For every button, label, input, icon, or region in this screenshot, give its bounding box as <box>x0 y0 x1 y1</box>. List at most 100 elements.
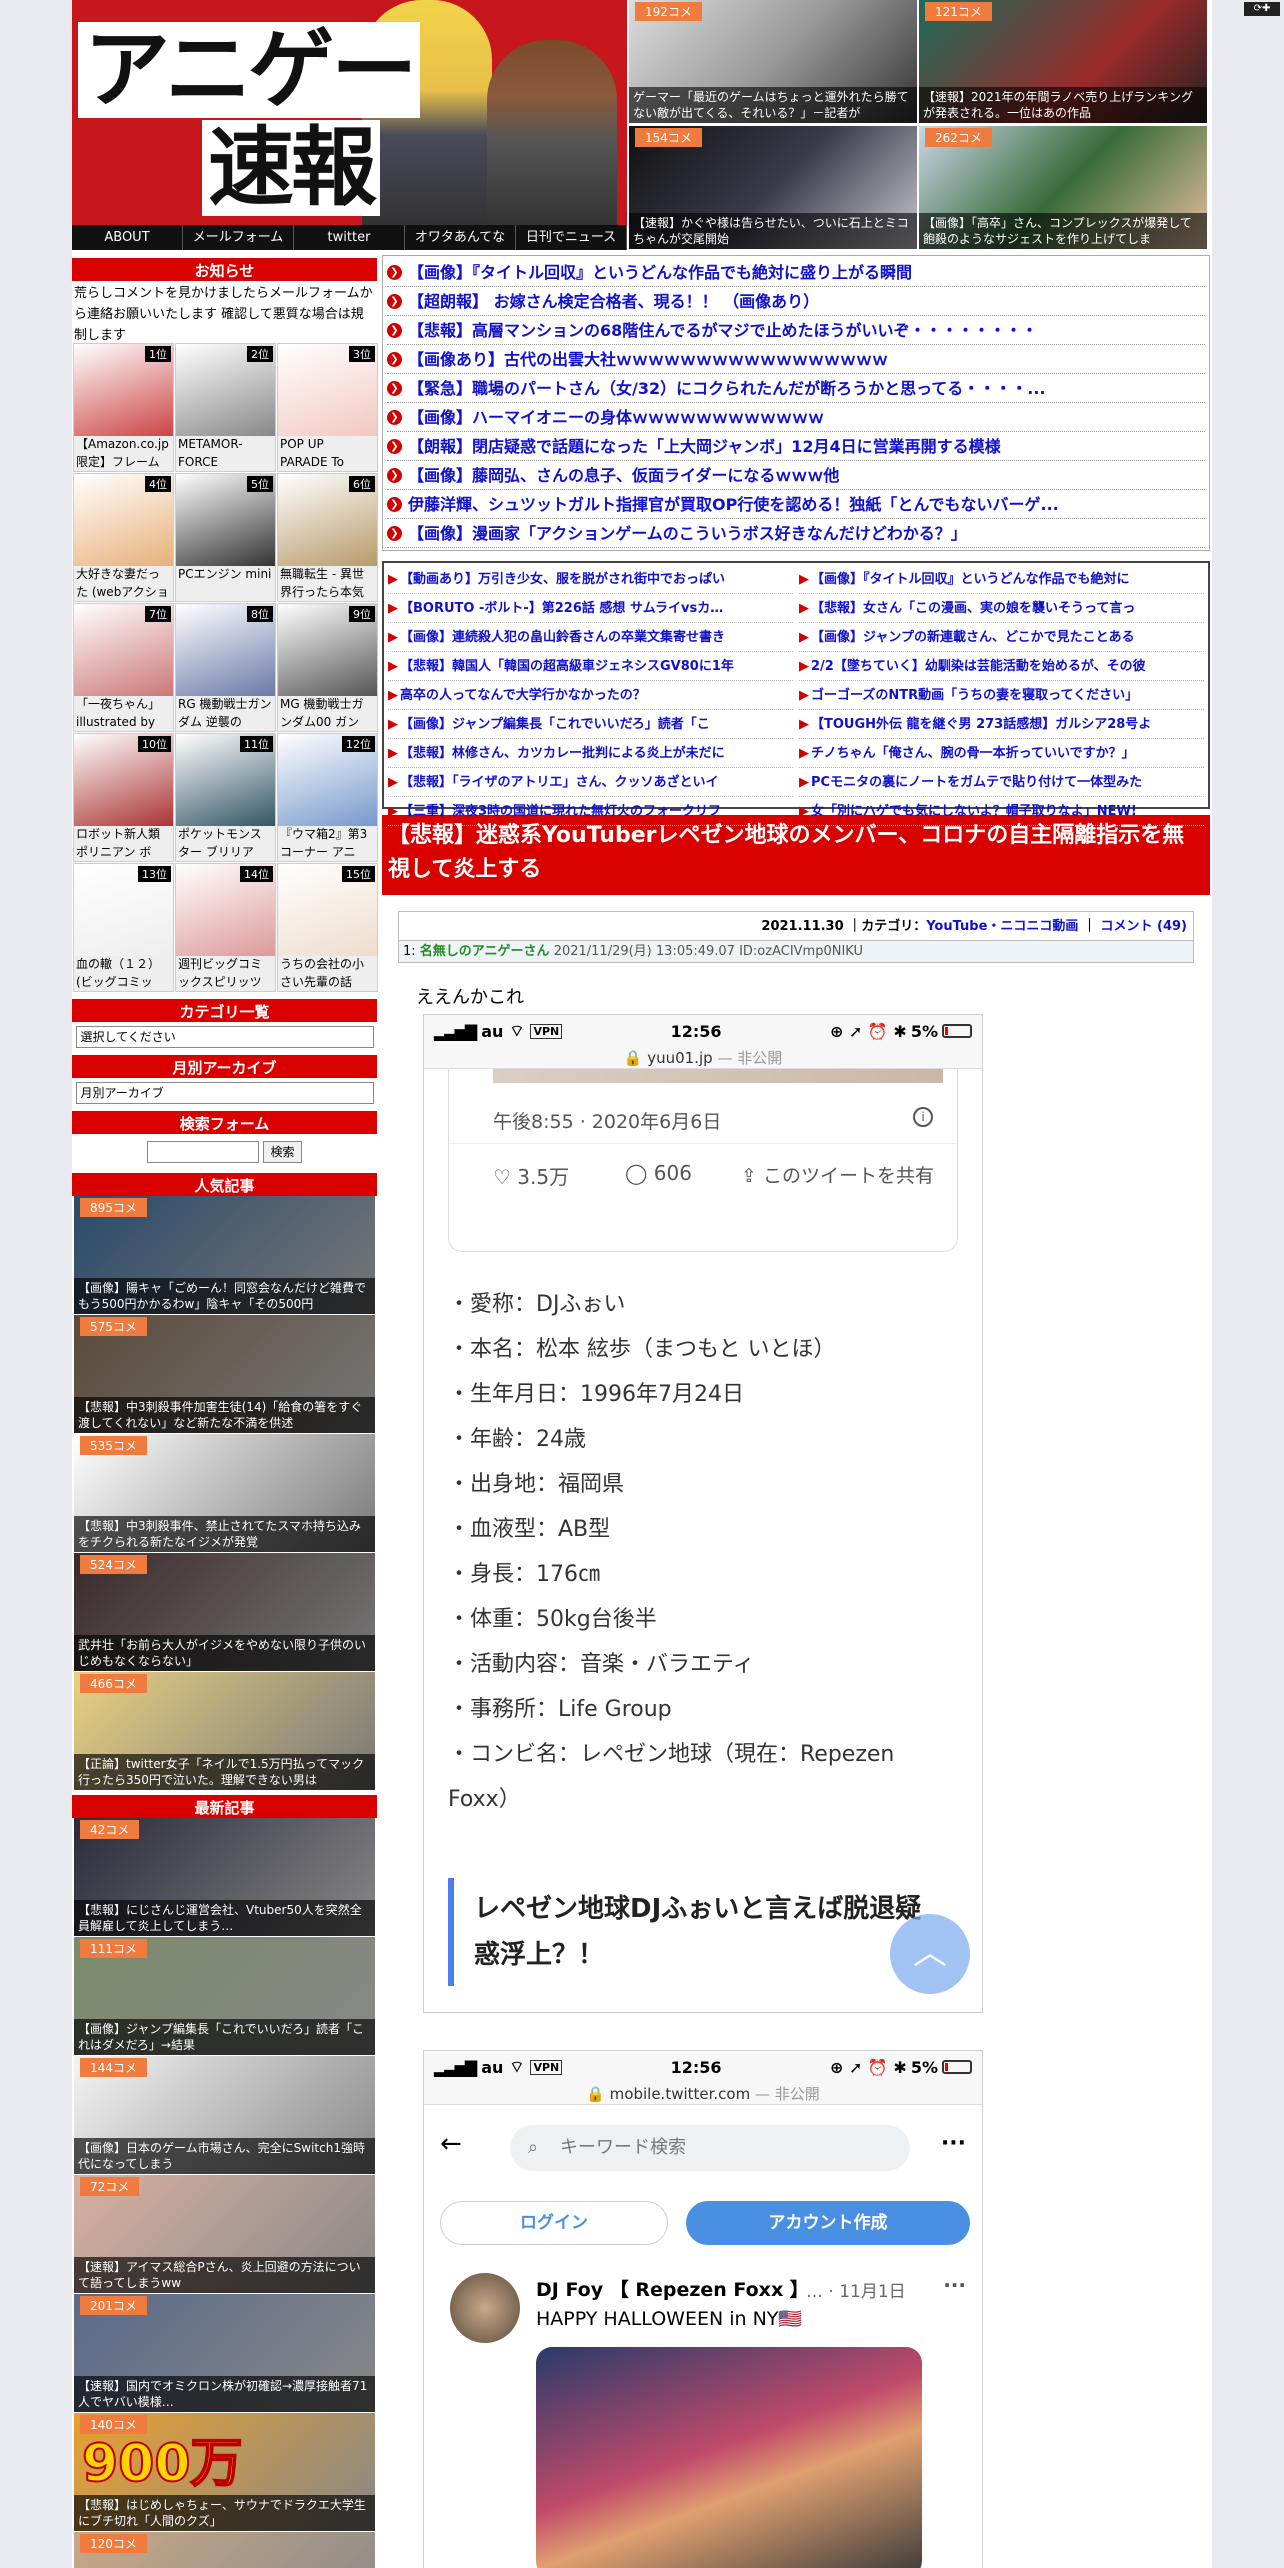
antenna-link[interactable]: ▶ 【悲報】女さん「この漫画、実の娘を襲いそうって言っ <box>799 594 1204 623</box>
tweet-author[interactable]: DJ Foy 【 Repezen Foxx 】 <box>536 2275 809 2302</box>
ranking-item[interactable]: 2位 METAMOR-FORCE <box>175 343 276 472</box>
headline-item[interactable]: ❯ 【超朗報】 お嫁さん検定合格者、現る！！ （画像あり） <box>387 287 1205 316</box>
antenna-link[interactable]: ▶ 【画像】『タイトル回収』というどんな作品でも絶対に <box>799 565 1204 594</box>
antenna-link[interactable]: ▶ 2/2【墜ちていく】幼馴染は芸能活動を始めるが、その彼 <box>799 652 1204 681</box>
featured-article[interactable]: 121コメ 【速報】2021年の年間ラノベ売り上げランキングが発表される。一位は… <box>919 0 1207 123</box>
archive-select[interactable]: 月別アーカイブ <box>75 1082 374 1104</box>
antenna-link[interactable]: ▶ 【BORUTO -ボルト-】第226話 感想 サムライvsカ… <box>388 594 793 623</box>
corner-badge[interactable]: ⟳✚ <box>1244 2 1280 16</box>
antenna-link[interactable]: ▶ 【動画あり】万引き少女、服を脱がされ街中でおっぱい <box>388 565 793 594</box>
ranking-item[interactable]: 1位 【Amazon.co.jp限定】フレーム <box>73 343 174 472</box>
headline-item[interactable]: ❯ 【画像】『タイトル回収』というどんな作品でも絶対に盛り上がる瞬間 <box>387 258 1205 287</box>
ranking-item[interactable]: 13位 血の轍（１２）(ビッグコミッ <box>73 863 174 992</box>
headline-item[interactable]: ❯ 【画像】ハーマイオニーの身体ｗｗｗｗｗｗｗｗｗｗｗｗ <box>387 403 1205 432</box>
popular-item[interactable]: 524コメ 武井壮「お前ら大人がイジメをやめない限り子供のいじめもなくならない」 <box>74 1553 375 1671</box>
latest-item[interactable]: 42コメ 【悲報】にじさんじ運営会社、Vtuber50人を突然全員解雇して炎上して… <box>74 1818 375 1936</box>
popular-item[interactable]: 895コメ 【画像】陽キャ「ごめーん！同窓会なんだけど雑費でもう500円かかるわw… <box>74 1196 375 1314</box>
headline-item[interactable]: ❯ 【画像あり】古代の出雲大社ｗｗｗｗｗｗｗｗｗｗｗｗｗｗｗｗｗ <box>387 345 1205 374</box>
url-bar[interactable]: 🔒 mobile.twitter.com — 非公開 <box>424 2083 982 2105</box>
antenna-link[interactable]: ▶ ゴーゴーズのNTR動画「うちの妻を寝取ってください」 <box>799 681 1204 710</box>
info-icon[interactable]: i <box>913 1107 933 1127</box>
like-button[interactable]: ♡ 3.5万 <box>493 1161 569 1190</box>
search-input[interactable] <box>147 1141 260 1163</box>
back-arrow-icon[interactable]: ← <box>440 2129 462 2159</box>
comment-count-badge: 121コメ <box>925 2 992 21</box>
latest-item[interactable]: 120コメ <box>74 2532 375 2568</box>
antenna-link[interactable]: ▶ 【悲報】林修さん、カツカレー批判による炎上が未だに <box>388 739 793 768</box>
ranking-item[interactable]: 14位 週刊ビッグコミックスピリッツ <box>175 863 276 992</box>
featured-article[interactable]: 192コメ ゲーマー「最近のゲームはちょっと運外れたら勝てない敵が出てくる、それ… <box>629 0 917 123</box>
profile-line: Foxx） <box>448 1787 521 1812</box>
featured-article[interactable]: 262コメ 【画像】「高卒」さん、コンプレックスが爆発して飽殺のようなサジェスト… <box>919 126 1207 249</box>
ranking-item[interactable]: 12位 『ウマ箱2』第3コーナー アニ <box>277 733 378 862</box>
tweet-photo[interactable] <box>536 2347 922 2568</box>
search-input[interactable]: ⌕ キーワード検索 <box>510 2125 910 2171</box>
tweet-more-icon[interactable]: ··· <box>943 2273 966 2297</box>
antenna-link[interactable]: ▶ 【画像】ジャンプ編集長「これでいいだろ」読者「こ <box>388 710 793 739</box>
more-icon[interactable]: ··· <box>941 2131 966 2156</box>
popular-item[interactable]: 466コメ 【正論】twitter女子「ネイルで1.5万円払ってマック行ったら35… <box>74 1672 375 1790</box>
ranking-item[interactable]: 5位 PCエンジン mini <box>175 473 276 602</box>
latest-heading: 最新記事 <box>72 1792 377 1818</box>
latest-item[interactable]: 140コメ 【悲報】はじめしゃちょー、サウナでドラクエ大学生にブチ切れ「人間のクズ… <box>74 2413 375 2531</box>
antenna-link[interactable]: ▶ PCモニタの裏にノートをガムテで貼り付けて一体型みた <box>799 768 1204 797</box>
site-logo[interactable]: アニゲー 速報 <box>72 0 627 225</box>
login-button[interactable]: ログイン <box>440 2201 668 2245</box>
ranking-item[interactable]: 3位 POP UP PARADE To <box>277 343 378 472</box>
featured-caption: 【画像】「高卒」さん、コンプレックスが爆発して飽殺のようなサジェストを作り上げて… <box>919 213 1207 249</box>
status-bar: ▂▃▅▇ au ⌔ VPN 12:56 ⊕ ➚ ⏰ ✱ 5% <box>424 2051 982 2083</box>
headline-item[interactable]: ❯ 【緊急】職場のパートさん（女/32）にコクられたんだが断ろうかと思ってる・・・… <box>387 374 1205 403</box>
embedded-screenshot-2: ▂▃▅▇ au ⌔ VPN 12:56 ⊕ ➚ ⏰ ✱ 5% 🔒 mobile.… <box>423 2050 983 2568</box>
notice-heading: お知らせ <box>72 255 377 281</box>
share-button[interactable]: ⇪ このツイートを共有 <box>741 1161 934 1188</box>
popular-caption: 【悲報】中3刺殺事件加害生徒(14)「給食の箸をすぐ渡してくれない」など新たな不… <box>74 1397 375 1433</box>
antenna-link[interactable]: ▶ 【画像】連続殺人犯の畠山鈴香さんの卒業文集寄せ書き <box>388 623 793 652</box>
comment-link[interactable]: コメント (49) <box>1101 919 1188 934</box>
antenna-link[interactable]: ▶ 【TOUGH外伝 龍を継ぐ男 273話感想】ガルシア28号よ <box>799 710 1204 739</box>
reply-button[interactable]: ◯ 606 <box>625 1161 692 1185</box>
signal-icon: ▂▃▅▇ <box>434 2057 477 2077</box>
ranking-item[interactable]: 9位 MG 機動戦士ガンダム00 ガン <box>277 603 378 732</box>
headline-text: 【画像】ハーマイオニーの身体ｗｗｗｗｗｗｗｗｗｗｗｗ <box>408 407 825 427</box>
antenna-link[interactable]: ▶ 【悲報】韓国人「韓国の超高級車ジェネシスGV80に1年 <box>388 652 793 681</box>
antenna-link[interactable]: ▶ 高卒の人ってなんで大学行かなかったの？ <box>388 681 793 710</box>
scroll-top-button[interactable]: ︿ <box>890 1914 970 1994</box>
headline-item[interactable]: ❯ 伊藤洋輝、シュツットガルト指揮官が買取OP行使を認める！独紙「とんでもないバー… <box>387 490 1205 519</box>
antenna-link[interactable]: ▶ 【悲報】「ライザのアトリエ」さん、クッソあざといイ <box>388 768 793 797</box>
headline-item[interactable]: ❯ 【画像】漫画家「アクションゲームのこういうボス好きなんだけどわかる？」 <box>387 519 1205 548</box>
ranking-item[interactable]: 10位 ロボット新人類 ポリニアン ボ <box>73 733 174 862</box>
latest-item[interactable]: 201コメ 【速報】国内でオミクロン株が初確認→濃厚接触者71人でヤバい模様… <box>74 2294 375 2412</box>
popular-item[interactable]: 575コメ 【悲報】中3刺殺事件加害生徒(14)「給食の箸をすぐ渡してくれない」な… <box>74 1315 375 1433</box>
url-bar[interactable]: 🔒 yuu01.jp — 非公開 <box>424 1047 982 1069</box>
headline-item[interactable]: ❯ 【朗報】閉店疑惑で話題になった「上大岡ジャンボ」12月4日に営業再開する模様 <box>387 432 1205 461</box>
nav-mailform[interactable]: メールフォーム <box>183 225 294 250</box>
ranking-item[interactable]: 8位 RG 機動戦士ガンダム 逆襲の <box>175 603 276 732</box>
ranking-item[interactable]: 7位 「一夜ちゃん」 illustrated by <box>73 603 174 732</box>
antenna-link-text: PCモニタの裏にノートをガムテで貼り付けて一体型みた <box>811 775 1143 790</box>
ranking-item[interactable]: 15位 うちの会社の小さい先輩の話 <box>277 863 378 992</box>
ranking-item[interactable]: 11位 ポケットモンスター ブリリア <box>175 733 276 862</box>
featured-article[interactable]: 154コメ 【速報】かぐや様は告らせたい、ついに石上とミコちゃんが交尾開始 <box>629 126 917 249</box>
latest-item[interactable]: 144コメ 【画像】日本のゲーム市場さん、完全にSwitch1強時代になってしまう <box>74 2056 375 2174</box>
rank-badge: 4位 <box>145 476 171 492</box>
nav-about[interactable]: ABOUT <box>72 225 183 250</box>
headline-item[interactable]: ❯ 【画像】藤岡弘、さんの息子、仮面ライダーになるｗｗｗ他 <box>387 461 1205 490</box>
ranking-item[interactable]: 4位 大好きな妻だった (webアクショ <box>73 473 174 602</box>
latest-item[interactable]: 72コメ 【速報】アイマス総合Pさん、炎上回避の方法について語ってしまうww <box>74 2175 375 2293</box>
nav-twitter[interactable]: twitter <box>294 225 405 250</box>
headline-item[interactable]: ❯ 【悲報】高層マンションの68階住んでるがマジで止めたほうがいいぞ・・・・・・・… <box>387 316 1205 345</box>
antenna-link[interactable]: ▶ チノちゃん「俺さん、腕の骨一本折っていいですか？」 <box>799 739 1204 768</box>
article-meta: 2021.11.30 ｜カテゴリ：YouTube・ニコニコ動画 ｜ コメント (… <box>398 911 1194 941</box>
category-select[interactable]: 選択してください <box>75 1026 374 1048</box>
latest-item[interactable]: 111コメ 【画像】ジャンプ編集長「これでいいだろ」読者「これはダメだろ」→結果 <box>74 1937 375 2055</box>
main-content: ❯ 【画像】『タイトル回収』というどんな作品でも絶対に盛り上がる瞬間 ❯ 【超朗報】 … <box>382 255 1210 1009</box>
avatar[interactable] <box>450 2273 520 2343</box>
signup-button[interactable]: アカウント作成 <box>686 2201 970 2245</box>
nav-daily-news[interactable]: 日刊でニュース <box>516 225 627 250</box>
popular-item[interactable]: 535コメ 【悲報】中3刺殺事件、禁止されてたスマホ持ち込みをチクられる新たなイジ… <box>74 1434 375 1552</box>
search-button[interactable]: 検索 <box>263 1141 302 1163</box>
category-link[interactable]: YouTube・ニコニコ動画 <box>926 919 1078 934</box>
ranking-item[interactable]: 6位 無職転生 - 異世界行ったら本気 <box>277 473 378 602</box>
nav-antenna[interactable]: オワタあんてな <box>405 225 516 250</box>
antenna-link[interactable]: ▶ 【画像】ジャンプの新連載さん、どこかで見たことある <box>799 623 1204 652</box>
